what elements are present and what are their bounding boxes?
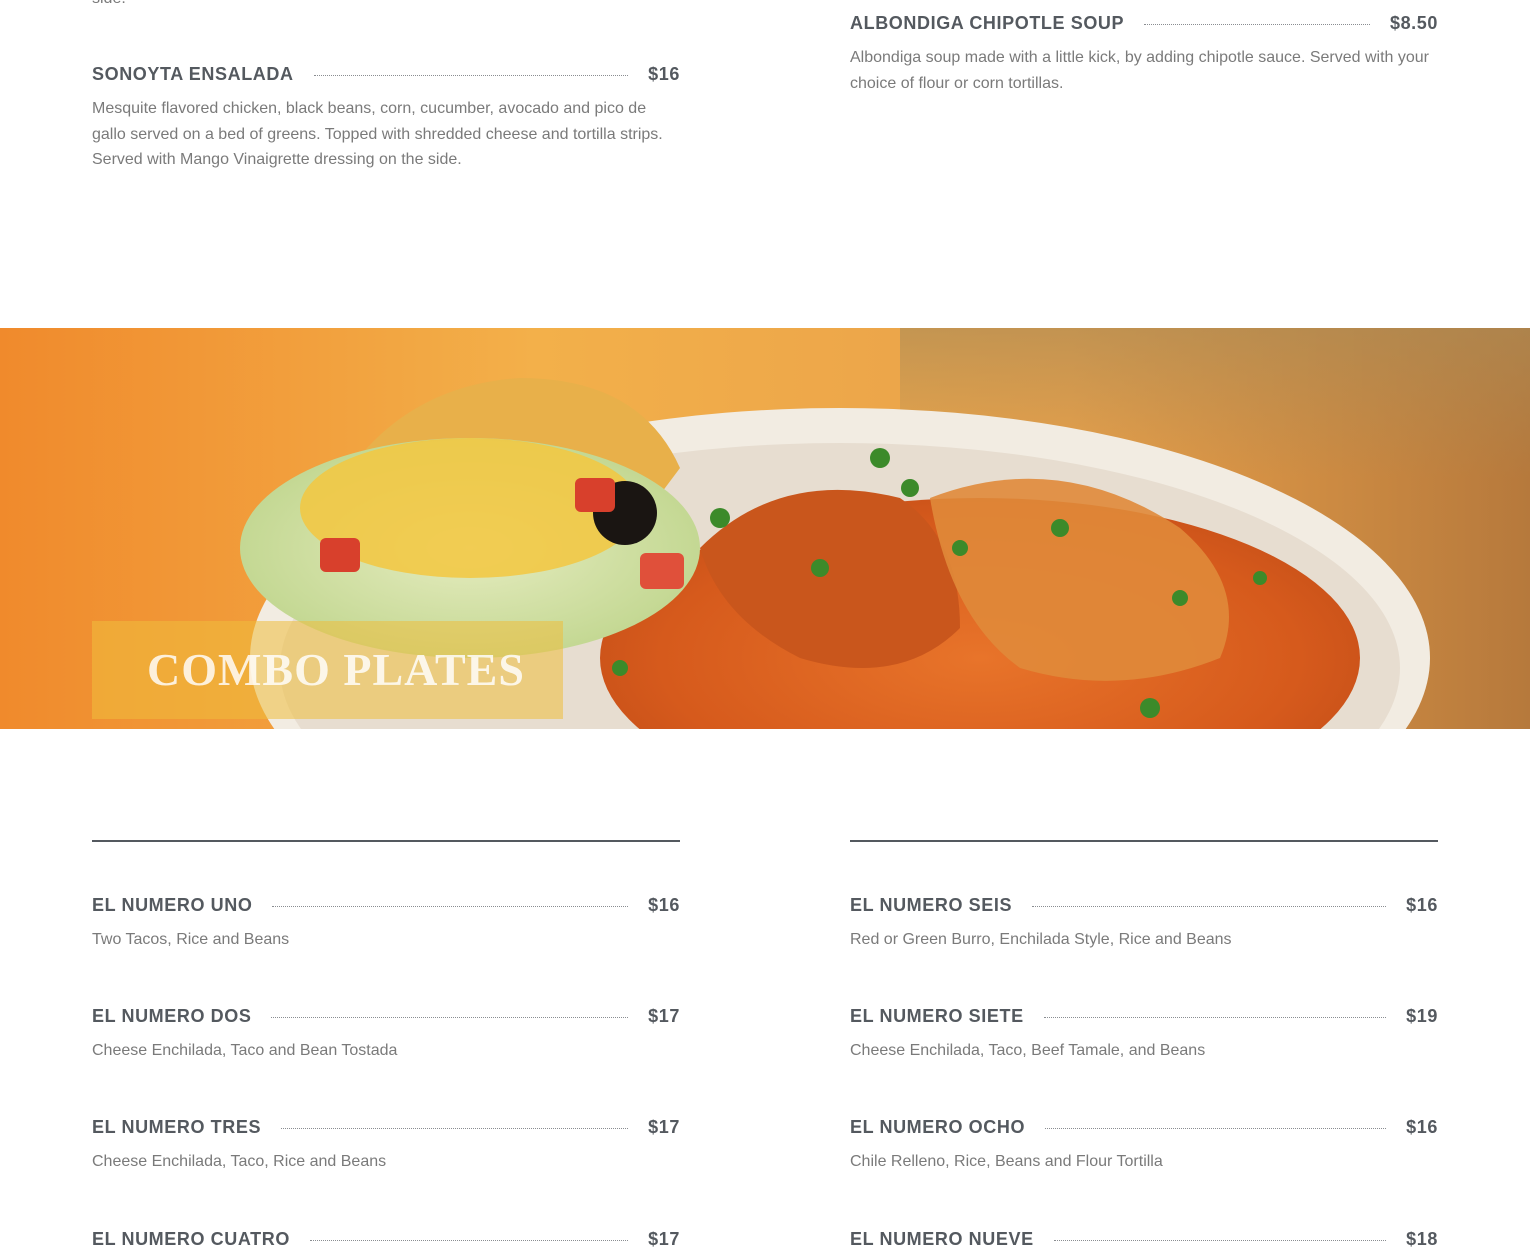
menu-item-header: EL NUMERO SEIS $16: [850, 892, 1438, 918]
menu-item-price: $17: [648, 1116, 680, 1137]
menu-item: EL NUMERO SEIS $16 Red or Green Burro, E…: [850, 892, 1438, 953]
menu-item-price: $16: [648, 63, 680, 84]
menu-item-description: Albondiga soup made with a little kick, …: [850, 49, 1429, 92]
combo-plates-banner: COMBO PLATES: [0, 328, 1530, 729]
menu-item: EL NUMERO TRES $17 Cheese Enchilada, Tac…: [92, 1114, 680, 1175]
menu-item-name: EL NUMERO SIETE: [850, 1005, 1024, 1026]
previous-item-description-tail: side.: [92, 0, 126, 11]
menu-item-description: Two Tacos, Rice and Beans: [92, 931, 290, 948]
menu-item-description: Cheese Enchilada, Taco, Beef Tamale, and…: [850, 1042, 1206, 1059]
menu-item-header: EL NUMERO SIETE $19: [850, 1003, 1438, 1029]
menu-item-description: Cheese Enchilada, Taco and Bean Tostada: [92, 1042, 398, 1059]
menu-item: EL NUMERO UNO $16 Two Tacos, Rice and Be…: [92, 892, 680, 953]
dotted-leader: [1032, 905, 1387, 907]
menu-item-header: EL NUMERO OCHO $16: [850, 1114, 1438, 1140]
dotted-leader: [272, 905, 629, 907]
menu-item-name: EL NUMERO DOS: [92, 1005, 252, 1026]
menu-item-description: Mesquite flavored chicken, black beans, …: [92, 100, 663, 168]
dotted-leader: [1144, 23, 1370, 25]
dotted-leader: [271, 1016, 629, 1018]
dotted-leader: [1045, 1127, 1387, 1129]
menu-item-price: $16: [1406, 1116, 1438, 1137]
menu-item: EL NUMERO CUATRO $17: [92, 1226, 680, 1248]
menu-item-price: $17: [648, 1228, 680, 1248]
menu-item-price: $8.50: [1389, 12, 1438, 33]
dotted-leader: [281, 1127, 629, 1129]
menu-item: ALBONDIGA CHIPOTLE SOUP $8.50 Albondiga …: [850, 10, 1438, 96]
menu-item-name: EL NUMERO TRES: [92, 1116, 262, 1137]
menu-item-name: ALBONDIGA CHIPOTLE SOUP: [850, 12, 1125, 33]
menu-item: EL NUMERO NUEVE $18: [850, 1226, 1438, 1248]
menu-item-header: EL NUMERO DOS $17: [92, 1003, 680, 1029]
menu-item-price: $19: [1406, 1005, 1438, 1026]
menu-item-name: EL NUMERO UNO: [92, 894, 253, 915]
menu-item-price: $18: [1406, 1228, 1438, 1248]
menu-item-description: Red or Green Burro, Enchilada Style, Ric…: [850, 931, 1232, 948]
menu-item-price: $17: [648, 1005, 680, 1026]
menu-item: EL NUMERO SIETE $19 Cheese Enchilada, Ta…: [850, 1003, 1438, 1064]
menu-item: SONOYTA ENSALADA $16 Mesquite flavored c…: [92, 61, 680, 173]
menu-item-name: EL NUMERO NUEVE: [850, 1228, 1034, 1248]
section-divider-right: [850, 840, 1438, 842]
menu-item-name: EL NUMERO OCHO: [850, 1116, 1026, 1137]
menu-item-header: ALBONDIGA CHIPOTLE SOUP $8.50: [850, 10, 1438, 36]
banner-title: COMBO PLATES: [147, 644, 525, 695]
section-divider-left: [92, 840, 680, 842]
menu-item-header: SONOYTA ENSALADA $16: [92, 61, 680, 87]
menu-item: EL NUMERO OCHO $16 Chile Relleno, Rice, …: [850, 1114, 1438, 1175]
menu-item-name: SONOYTA ENSALADA: [92, 63, 294, 84]
menu-item-name: EL NUMERO SEIS: [850, 894, 1013, 915]
dotted-leader: [313, 74, 629, 76]
menu-item-name: EL NUMERO CUATRO: [92, 1228, 290, 1248]
dotted-leader: [1043, 1016, 1387, 1018]
menu-item-description: Chile Relleno, Rice, Beans and Flour Tor…: [850, 1153, 1163, 1170]
menu-item-header: EL NUMERO UNO $16: [92, 892, 680, 918]
menu-item-description: Cheese Enchilada, Taco, Rice and Beans: [92, 1153, 387, 1170]
banner-title-box: COMBO PLATES: [92, 621, 563, 719]
menu-item-header: EL NUMERO CUATRO $17: [92, 1226, 680, 1248]
menu-item-header: EL NUMERO TRES $17: [92, 1114, 680, 1140]
menu-item-price: $16: [648, 894, 680, 915]
menu-item-header: EL NUMERO NUEVE $18: [850, 1226, 1438, 1248]
dotted-leader: [1053, 1239, 1387, 1241]
menu-item-price: $16: [1406, 894, 1438, 915]
dotted-leader: [309, 1239, 629, 1241]
menu-item: EL NUMERO DOS $17 Cheese Enchilada, Taco…: [92, 1003, 680, 1064]
